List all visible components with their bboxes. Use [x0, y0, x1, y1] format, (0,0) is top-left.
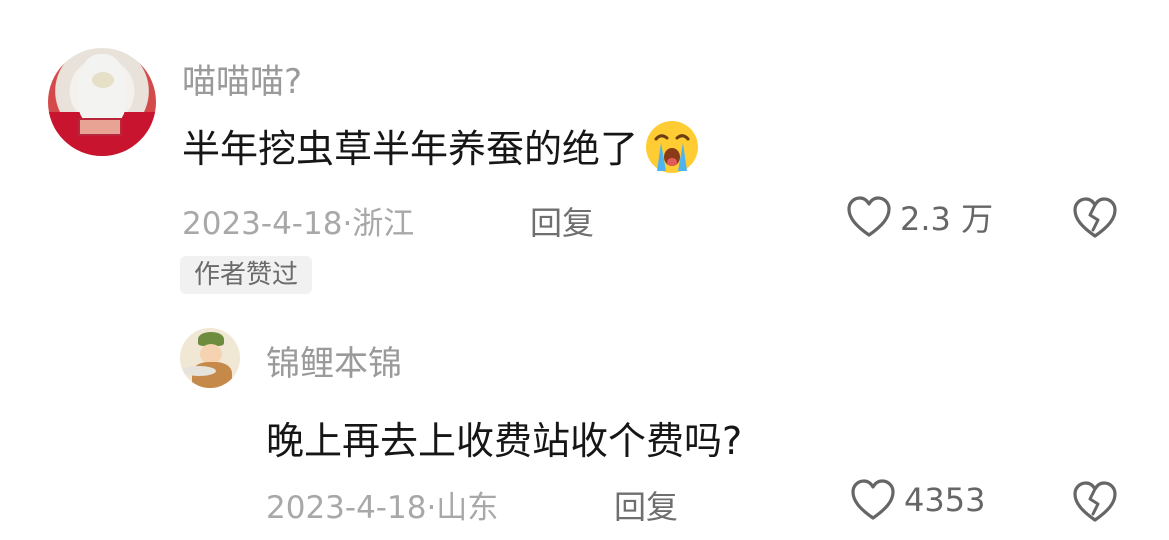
meta-separator: · — [342, 206, 353, 242]
dislike-button[interactable] — [1072, 196, 1118, 244]
heart-icon — [847, 196, 891, 237]
reply-date: 2023-4-18 — [266, 490, 427, 526]
meta-separator: · — [426, 490, 437, 526]
avatar[interactable] — [48, 48, 156, 156]
reply-like-button[interactable]: 4353 — [850, 478, 985, 522]
reply-username[interactable]: 锦鲤本锦 — [266, 336, 402, 385]
like-button[interactable]: 2.3 万 — [846, 194, 993, 240]
reply-like-count: 4353 — [904, 481, 986, 519]
reply-meta: 2023-4-18·山东 — [266, 482, 498, 527]
author-liked-badge: 作者赞过 — [180, 256, 313, 294]
avatar-card — [78, 118, 122, 136]
reply-reply-button[interactable]: 回复 — [614, 482, 678, 528]
avatar-bouquet — [92, 72, 114, 88]
reply-avatar[interactable] — [180, 328, 240, 388]
comment-text: 半年挖虫草半年养蚕的绝了 — [182, 118, 700, 184]
avatar-face — [200, 344, 222, 364]
avatar-figure — [78, 54, 126, 124]
reply-location: 山东 — [436, 490, 499, 526]
reply-text: 晚上再去上收费站收个费吗? — [266, 419, 743, 463]
comment-meta: 2023-4-18·浙江 — [182, 198, 414, 243]
comment-body: 半年挖虫草半年养蚕的绝了 — [182, 127, 639, 171]
like-count: 2.3 万 — [900, 200, 994, 238]
reply-button[interactable]: 回复 — [530, 198, 594, 244]
heart-icon — [851, 479, 895, 520]
comment-username[interactable]: 喵喵喵? — [182, 54, 302, 103]
comment-location: 浙江 — [352, 206, 415, 242]
comment-date: 2023-4-18 — [182, 206, 343, 242]
loudly-crying-face-icon — [644, 119, 700, 184]
broken-heart-icon — [1073, 481, 1117, 522]
avatar-fish — [182, 366, 216, 376]
reply-dislike-button[interactable] — [1072, 480, 1118, 528]
broken-heart-icon — [1073, 197, 1117, 238]
